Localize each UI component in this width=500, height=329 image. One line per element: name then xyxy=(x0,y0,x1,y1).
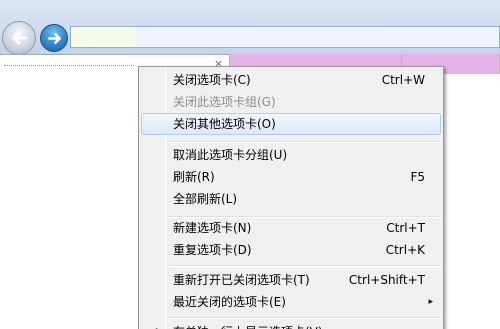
menu-item-refresh[interactable]: 刷新(R) F5 xyxy=(141,166,441,188)
menu-item-label: 关闭其他选项卡(O) xyxy=(173,117,276,131)
menu-item-label: 重新打开已关闭选项卡(T) xyxy=(173,273,310,287)
menu-item-close-tab-group: 关闭此选项卡组(G) xyxy=(141,91,441,113)
menu-item-label: 关闭选项卡(C) xyxy=(173,73,251,87)
browser-toolbar xyxy=(0,0,500,55)
menu-item-label: 全部刷新(L) xyxy=(173,192,238,206)
submenu-arrow-icon: ▸ xyxy=(428,297,433,307)
menu-item-shortcut: F5 xyxy=(410,170,425,184)
menu-separator xyxy=(169,265,441,267)
menu-item-label: 在单独一行上显示选项卡(V) xyxy=(173,321,323,329)
menu-item-new-tab[interactable]: 新建选项卡(N) Ctrl+T xyxy=(141,217,441,239)
menu-item-reopen-closed-tab[interactable]: 重新打开已关闭选项卡(T) Ctrl+Shift+T xyxy=(141,269,441,291)
menu-item-close-other-tabs[interactable]: 关闭其他选项卡(O) xyxy=(141,113,441,135)
menu-item-label: 关闭此选项卡组(G) xyxy=(173,95,276,109)
menu-item-label: 刷新(R) xyxy=(173,170,215,184)
menu-item-refresh-all[interactable]: 全部刷新(L) xyxy=(141,188,441,210)
menu-item-recently-closed-tabs[interactable]: 最近关闭的选项卡(E) ▸ xyxy=(141,291,441,313)
check-mark-icon: ✔ xyxy=(149,321,159,329)
back-button[interactable] xyxy=(2,21,36,55)
address-bar-site-area[interactable] xyxy=(72,27,136,47)
menu-item-label: 重复选项卡(D) xyxy=(173,243,252,257)
menu-item-shortcut: Ctrl+W xyxy=(381,73,425,87)
menu-separator xyxy=(169,317,441,319)
forward-button[interactable] xyxy=(40,24,68,52)
menu-item-shortcut: Ctrl+T xyxy=(386,221,425,235)
menu-separator xyxy=(169,141,441,143)
menu-item-close-tab[interactable]: 关闭选项卡(C) Ctrl+W xyxy=(141,69,441,91)
menu-item-duplicate-tab[interactable]: 重复选项卡(D) Ctrl+K xyxy=(141,239,441,261)
menu-item-shortcut: Ctrl+Shift+T xyxy=(348,273,425,287)
tab-context-menu: 关闭选项卡(C) Ctrl+W 关闭此选项卡组(G) 关闭其他选项卡(O) 取消… xyxy=(138,66,444,329)
tab-focus-outline xyxy=(4,65,134,66)
menu-item-label: 最近关闭的选项卡(E) xyxy=(173,295,286,309)
menu-item-label: 取消此选项卡分组(U) xyxy=(173,148,288,162)
menu-item-show-tabs-separate-row[interactable]: ✔ 在单独一行上显示选项卡(V) xyxy=(141,321,441,329)
menu-item-label: 新建选项卡(N) xyxy=(173,221,252,235)
back-arrow-icon xyxy=(12,31,28,45)
menu-item-ungroup-tab[interactable]: 取消此选项卡分组(U) xyxy=(141,144,441,166)
forward-arrow-icon xyxy=(48,32,61,45)
menu-item-shortcut: Ctrl+K xyxy=(385,243,425,257)
